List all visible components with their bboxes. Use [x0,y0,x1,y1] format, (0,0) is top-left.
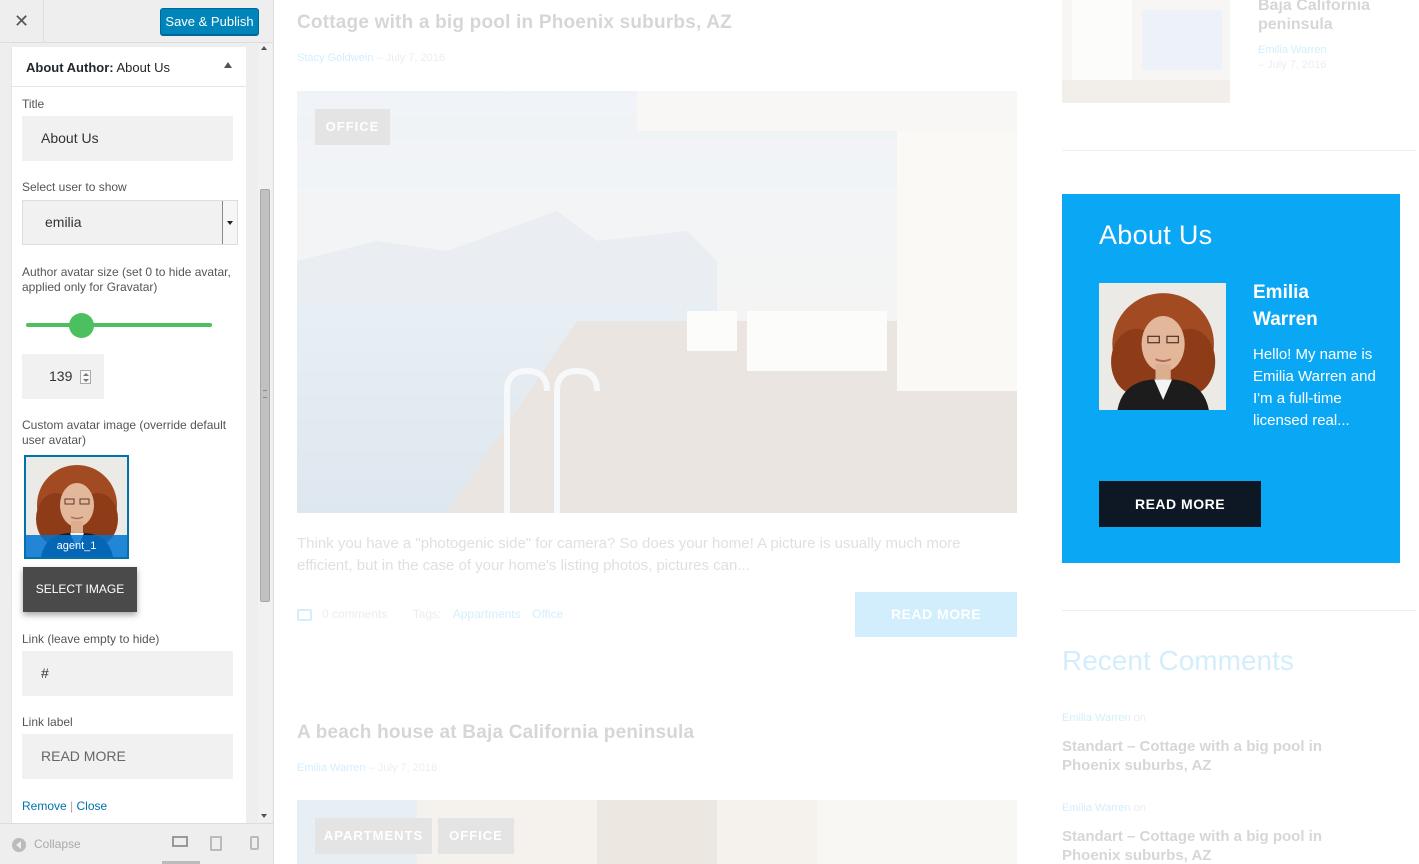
scrollbar-grip-icon [263,390,267,398]
post-1-tag[interactable]: Office [532,607,563,621]
widget-divider [1062,150,1416,151]
author-photo [1099,283,1226,410]
user-select-value: emilia [45,214,82,230]
post-1-title[interactable]: Cottage with a big pool in Phoenix subur… [297,12,732,34]
post-1-date: July 7, 2016 [385,52,446,64]
user-select-label: Select user to show [22,180,127,194]
title-label: Title [22,97,45,111]
about-author-avatar [1099,283,1226,410]
customizer-footer: Collapse [0,823,273,864]
post-1-comments[interactable]: 0 comments [322,607,387,621]
widget-divider [1062,610,1416,611]
custom-avatar-thumbnail[interactable]: agent_1 [24,455,129,559]
title-input[interactable]: About Us [22,116,233,161]
widget-actions: Remove | Close [22,799,107,813]
mobile-icon[interactable] [250,836,259,850]
scroll-up-arrow-icon[interactable] [261,46,267,50]
dropdown-arrow-icon[interactable] [222,201,237,244]
post-2-author[interactable]: Emilia Warren [297,762,366,774]
about-read-more-button[interactable]: READ MORE [1099,481,1261,527]
comment-meta: Emilia Warren on [1062,802,1146,814]
collapse-button[interactable]: Collapse [12,837,81,852]
recent-post-meta: Emilia Warren – July 7, 2016 [1258,43,1327,73]
comment-on: on [1133,712,1146,724]
site-preview: Cottage with a big pool in Phoenix subur… [274,0,1419,864]
recent-post-author[interactable]: Emilia Warren [1258,43,1327,58]
post-1-excerpt: Think you have a "photogenic side" for c… [297,535,961,574]
select-image-button[interactable]: SELECT IMAGE [23,567,137,612]
widget-title-bar[interactable]: About Author: About Us [12,47,246,87]
tablet-icon[interactable] [210,836,222,851]
about-author-name: Emilia Warren [1253,282,1318,330]
customizer-sidebar: ✕ Save & Publish About Author: About Us … [0,0,274,864]
spinner-arrows-icon[interactable] [80,370,91,384]
panel-scrollbar[interactable] [258,44,272,822]
custom-avatar-label: Custom avatar image (override default us… [22,418,227,447]
post-1-read-more-button[interactable]: READ MORE [855,592,1017,637]
about-author-bio: Hello! My name is Emilia Warren and I'm … [1253,346,1376,429]
about-author-widget: About Us Emilia Warren Hello! My name is… [1062,194,1400,563]
comment-post-title[interactable]: Standart – Cottage with a big pool in Ph… [1062,737,1362,775]
avatar-size-slider-handle[interactable] [69,313,95,338]
widget-title-suffix: About Us [116,60,170,75]
close-customizer-button[interactable]: ✕ [0,0,44,43]
pool-house-photo [297,91,1017,513]
close-link[interactable]: Close [77,799,108,813]
post-2-category-badge[interactable]: OFFICE [438,818,514,854]
remove-link[interactable]: Remove [22,799,67,813]
comment-post-title[interactable]: Standart – Cottage with a big pool in Ph… [1062,827,1362,864]
avatar-size-slider-track[interactable] [26,323,212,327]
comment-author[interactable]: Emilia Warren [1062,712,1131,724]
link-label: Link (leave empty to hide) [22,632,160,646]
link-input[interactable]: # [22,651,233,696]
desktop-icon[interactable] [172,836,188,847]
widget-title-prefix: About Author: [26,60,114,75]
post-1-category-badge[interactable]: OFFICE [315,109,390,145]
post-2-date: July 7, 2016 [377,762,438,774]
post-1-tag[interactable]: Appartments [453,607,521,621]
post-2-meta: Emilia Warren – July 7, 2016 [297,762,437,774]
avatar-filename: agent_1 [26,535,127,557]
recent-post-title[interactable]: Baja California peninsula [1258,0,1388,34]
recent-comments-title: Recent Comments [1062,645,1294,676]
widget-panel: About Author: About Us Title About Us Se… [11,47,246,823]
about-widget-title: About Us [1099,220,1213,250]
actions-separator: | [70,799,74,813]
recent-post-date: – July 7, 2016 [1258,59,1327,71]
post-1-dash: – [376,52,383,64]
link-text-label: Link label [22,715,73,729]
post-1-image[interactable]: OFFICE [297,91,1017,513]
comment-author[interactable]: Emilia Warren [1062,802,1131,814]
comment-meta: Emilia Warren on [1062,712,1146,724]
post-1-tags-label: Tags: [412,607,442,621]
avatar-size-label: Author avatar size (set 0 to hide avatar… [22,265,231,294]
save-publish-button[interactable]: Save & Publish [160,8,259,35]
collapse-arrow-icon[interactable] [224,62,232,68]
customizer-header: ✕ Save & Publish [0,0,273,43]
post-2-dash: – [368,762,375,774]
post-1-author[interactable]: Stacy Goldwein [297,52,373,64]
avatar-size-value: 139 [49,368,73,384]
avatar-size-input[interactable]: 139 [22,354,104,399]
post-2-title[interactable]: A beach house at Baja California peninsu… [297,722,694,744]
comment-icon [297,608,312,621]
link-text-input[interactable]: READ MORE [22,734,233,779]
collapse-label: Collapse [34,837,81,851]
post-1-footer: 0 comments Tags: Appartments Office [297,607,563,621]
comment-on: on [1133,802,1146,814]
user-select[interactable]: emilia [22,200,238,245]
post-2-category-badge[interactable]: APARTMENTS [315,818,432,854]
collapse-icon [12,837,26,852]
recent-post-thumbnail[interactable] [1062,0,1230,103]
scrollbar-thumb[interactable] [260,189,270,602]
post-1-meta: Stacy Goldwein – July 7, 2016 [297,52,445,64]
scroll-down-arrow-icon[interactable] [261,814,267,818]
